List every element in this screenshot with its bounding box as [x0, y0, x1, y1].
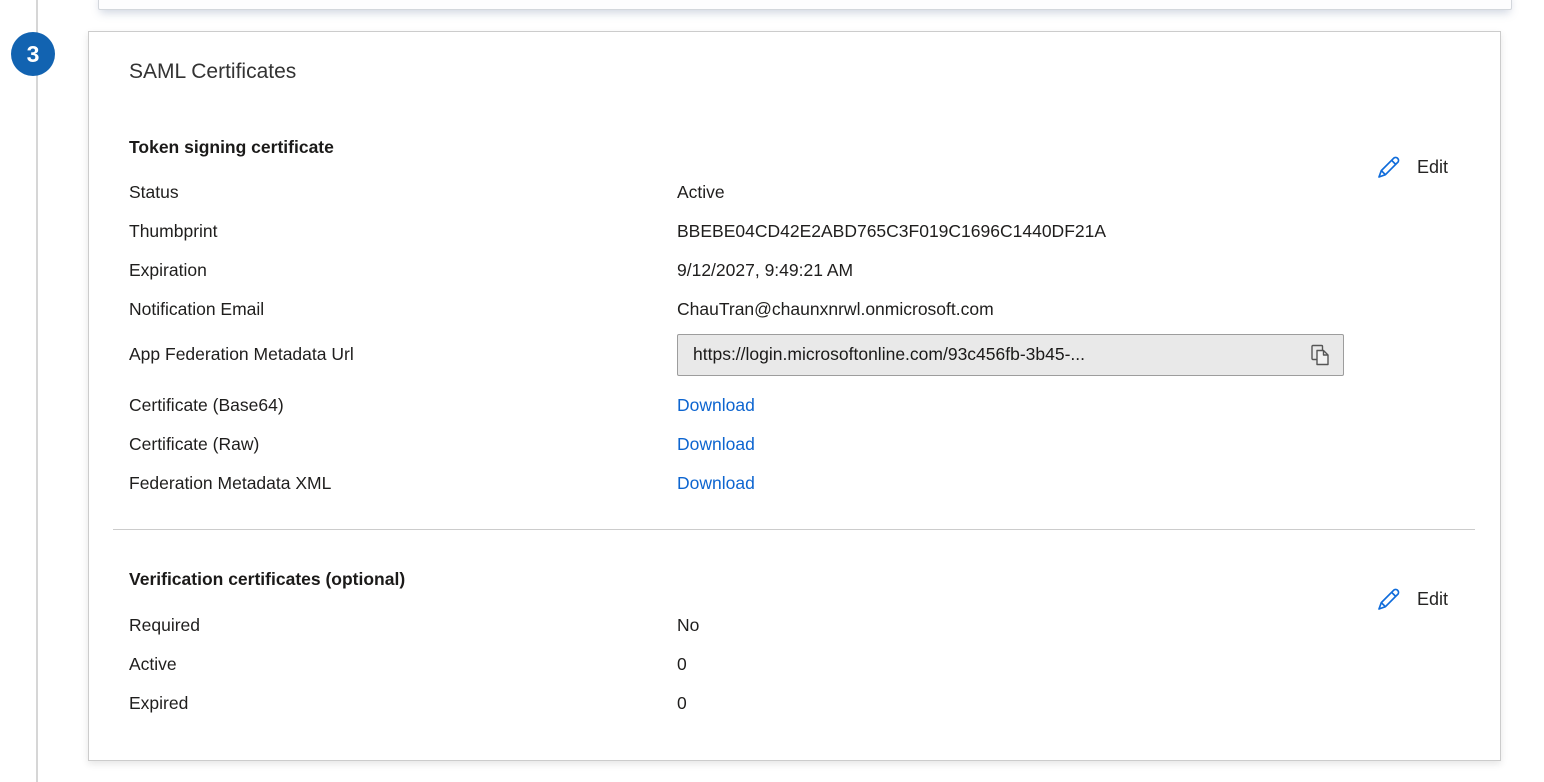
app-federation-metadata-url-label: App Federation Metadata Url — [129, 344, 677, 365]
status-value: Active — [677, 182, 725, 203]
certificate-base64-row: Certificate (Base64) Download — [129, 386, 1460, 425]
status-row: Status Active — [129, 173, 1460, 212]
required-label: Required — [129, 615, 677, 636]
previous-section-card-edge — [98, 0, 1512, 10]
required-value: No — [677, 615, 699, 636]
download-certificate-base64-link[interactable]: Download — [677, 395, 755, 415]
app-federation-metadata-url-box[interactable]: https://login.microsoftonline.com/93c456… — [677, 334, 1344, 376]
federation-metadata-xml-row: Federation Metadata XML Download — [129, 464, 1460, 503]
expired-label: Expired — [129, 693, 677, 714]
section-divider — [113, 529, 1475, 530]
expiration-row: Expiration 9/12/2027, 9:49:21 AM — [129, 251, 1460, 290]
step-connector-line — [36, 0, 38, 782]
token-signing-certificate-rows: Status Active Thumbprint BBEBE04CD42E2AB… — [129, 173, 1460, 503]
required-row: Required No — [129, 606, 1460, 645]
notification-email-row: Notification Email ChauTran@chaunxnrwl.o… — [129, 290, 1460, 329]
step-number-badge: 3 — [11, 32, 55, 76]
certificate-base64-label: Certificate (Base64) — [129, 395, 677, 416]
copy-icon[interactable] — [1307, 342, 1333, 368]
notification-email-label: Notification Email — [129, 299, 677, 320]
card-title: SAML Certificates — [129, 58, 296, 86]
expiration-value: 9/12/2027, 9:49:21 AM — [677, 260, 853, 281]
expiration-label: Expiration — [129, 260, 677, 281]
expired-row: Expired 0 — [129, 684, 1460, 723]
active-row: Active 0 — [129, 645, 1460, 684]
notification-email-value: ChauTran@chaunxnrwl.onmicrosoft.com — [677, 299, 994, 320]
active-label: Active — [129, 654, 677, 675]
metadata-url-text[interactable]: https://login.microsoftonline.com/93c456… — [693, 344, 1299, 365]
expired-value: 0 — [677, 693, 687, 714]
federation-metadata-xml-label: Federation Metadata XML — [129, 473, 677, 494]
app-federation-metadata-url-value-cell: https://login.microsoftonline.com/93c456… — [677, 334, 1344, 376]
certificate-raw-row: Certificate (Raw) Download — [129, 425, 1460, 464]
verification-certificates-rows: Required No Active 0 Expired 0 — [129, 606, 1460, 723]
app-federation-metadata-url-row: App Federation Metadata Url https://logi… — [129, 329, 1460, 380]
active-value: 0 — [677, 654, 687, 675]
status-label: Status — [129, 182, 677, 203]
download-certificate-raw-link[interactable]: Download — [677, 434, 755, 454]
certificate-raw-label: Certificate (Raw) — [129, 434, 677, 455]
thumbprint-row: Thumbprint BBEBE04CD42E2ABD765C3F019C169… — [129, 212, 1460, 251]
token-signing-certificate-heading: Token signing certificate — [129, 135, 334, 159]
thumbprint-value: BBEBE04CD42E2ABD765C3F019C1696C1440DF21A — [677, 221, 1106, 242]
thumbprint-label: Thumbprint — [129, 221, 677, 242]
saml-certificates-card: SAML Certificates Token signing certific… — [88, 31, 1501, 761]
download-federation-metadata-xml-link[interactable]: Download — [677, 473, 755, 493]
verification-certificates-heading: Verification certificates (optional) — [129, 567, 405, 591]
saml-sso-configuration-page: 3 SAML Certificates Token signing certif… — [0, 0, 1544, 782]
